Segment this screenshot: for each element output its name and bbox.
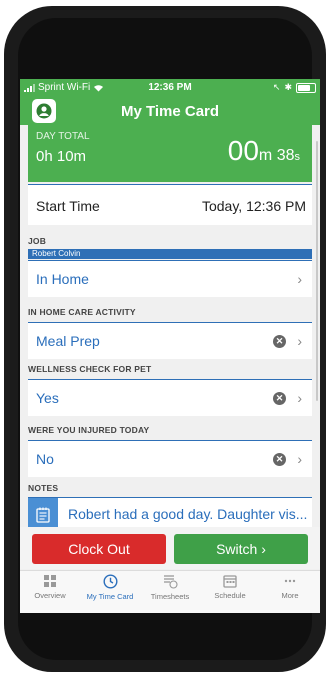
- day-total-label: DAY TOTAL: [36, 131, 90, 142]
- injured-value: No: [36, 451, 54, 467]
- wellness-value: Yes: [36, 390, 59, 406]
- tab-label: Timesheets: [150, 592, 190, 601]
- chevron-right-icon: ›: [297, 390, 302, 406]
- tab-label: Schedule: [214, 591, 246, 600]
- chevron-right-icon: ›: [297, 333, 302, 349]
- injured-label: WERE YOU INJURED TODAY: [28, 425, 150, 435]
- start-time-label: Start Time: [36, 198, 100, 214]
- tab-label: Overview: [34, 591, 66, 600]
- timesheets-icon: [163, 575, 178, 589]
- timer-minutes: 00: [227, 135, 259, 166]
- activity-value: Meal Prep: [36, 333, 100, 349]
- more-icon: [284, 579, 296, 583]
- tab-timesheets[interactable]: Timesheets: [140, 571, 200, 613]
- job-field[interactable]: In Home ›: [28, 260, 312, 297]
- tab-label: More: [281, 591, 299, 600]
- status-right: ↖ ✱: [273, 82, 316, 93]
- running-timer: 00m 38s: [228, 135, 300, 167]
- notes-label: NOTES: [28, 483, 59, 493]
- switch-button[interactable]: Switch ›: [174, 534, 308, 564]
- nav-bar: My Time Card: [20, 97, 320, 125]
- status-bar: Sprint Wi-Fi 12:36 PM ↖ ✱: [20, 79, 320, 97]
- clear-wellness-icon[interactable]: ✕: [273, 392, 286, 405]
- chevron-right-icon: ›: [297, 271, 302, 287]
- job-label: JOB: [28, 236, 47, 246]
- clock-out-button[interactable]: Clock Out: [32, 534, 166, 564]
- job-client-name: Robert Colvin: [32, 249, 81, 258]
- notes-value: Robert had a good day. Daughter vis...: [68, 506, 308, 522]
- timer-seconds-unit: s: [294, 151, 301, 163]
- tab-my-time-card[interactable]: My Time Card: [80, 571, 140, 613]
- wellness-label: WELLNESS CHECK FOR PET: [28, 364, 152, 374]
- location-icon: ↖: [272, 82, 281, 92]
- start-time-value: Today, 12:36 PM: [201, 198, 306, 214]
- job-client-strip: Robert Colvin: [28, 249, 312, 259]
- activity-field[interactable]: Meal Prep ✕ ›: [28, 322, 312, 359]
- clear-injured-icon[interactable]: ✕: [273, 453, 286, 466]
- injured-field[interactable]: No ✕ ›: [28, 440, 312, 477]
- action-bar: Clock Out Switch ›: [20, 527, 320, 569]
- job-value: In Home: [36, 271, 89, 287]
- chevron-right-icon: ›: [297, 451, 302, 467]
- tab-more[interactable]: More: [260, 571, 320, 613]
- tab-bar: Overview My Time Card Timesheets Schedul…: [20, 570, 320, 613]
- day-total-card: DAY TOTAL 0h 10m 00m 38s: [28, 125, 312, 182]
- app-screen: Sprint Wi-Fi 12:36 PM ↖ ✱ My Time Card D…: [20, 79, 320, 613]
- tab-overview[interactable]: Overview: [20, 571, 80, 613]
- timer-minutes-unit: m: [258, 147, 273, 164]
- day-total-value: 0h 10m: [36, 148, 87, 165]
- overview-icon: [44, 575, 56, 587]
- calendar-icon: [223, 575, 237, 588]
- timer-seconds: 38: [276, 147, 295, 164]
- wellness-field[interactable]: Yes ✕ ›: [28, 379, 312, 416]
- activity-label: IN HOME CARE ACTIVITY: [28, 307, 136, 317]
- clock-icon: [102, 574, 118, 589]
- start-time-row[interactable]: Start Time Today, 12:36 PM: [28, 184, 312, 225]
- bluetooth-icon: ✱: [284, 82, 292, 92]
- page-title: My Time Card: [120, 103, 220, 120]
- battery-icon: [296, 82, 316, 93]
- clear-activity-icon[interactable]: ✕: [273, 335, 286, 348]
- tab-schedule[interactable]: Schedule: [200, 571, 260, 613]
- tab-label: My Time Card: [86, 592, 134, 601]
- scrollbar[interactable]: [316, 141, 318, 401]
